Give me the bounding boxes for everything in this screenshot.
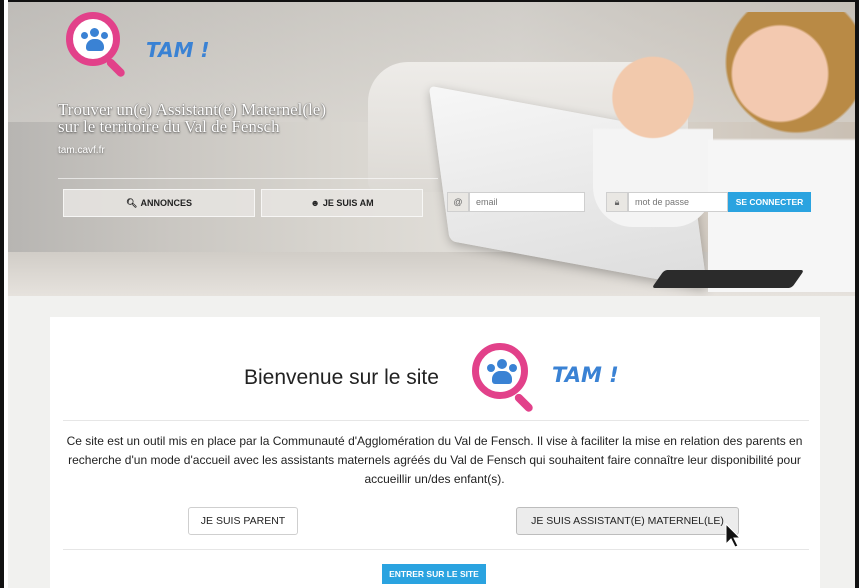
hero-title-line-2: sur le territoire du Val de Fensch xyxy=(58,117,280,136)
magnifier-handle xyxy=(105,57,127,79)
site-logo[interactable]: TAM ! xyxy=(66,12,226,84)
browser-viewport: TAM ! Trouver un(e) Assistant(e) Materne… xyxy=(0,0,859,588)
welcome-logo-text: TAM ! xyxy=(552,363,619,387)
hero-keyboard xyxy=(651,270,805,288)
je-suis-am-label: JE SUIS AM xyxy=(322,198,374,208)
people-icon xyxy=(487,359,517,384)
je-suis-am-button[interactable]: ☻ JE SUIS AM xyxy=(261,189,423,217)
assistant-maternel-button[interactable]: JE SUIS ASSISTANT(E) MATERNEL(LE) xyxy=(516,507,739,535)
email-field[interactable] xyxy=(469,192,585,212)
hero-domain: tam.cavf.fr xyxy=(58,145,105,156)
hero-divider xyxy=(58,178,438,179)
email-addon: @ xyxy=(447,192,469,212)
search-icon: 🔍︎ xyxy=(126,197,138,208)
enter-site-button[interactable]: ENTRER SUR LE SITE xyxy=(382,564,486,584)
annonces-label: ANNONCES xyxy=(140,198,192,208)
hero-title: Trouver un(e) Assistant(e) Maternel(le) … xyxy=(58,101,326,135)
welcome-logo: TAM ! xyxy=(472,343,632,415)
people-icon xyxy=(81,28,108,51)
magnifier-icon xyxy=(472,343,528,399)
divider xyxy=(63,420,809,421)
login-button[interactable]: SE CONNECTER xyxy=(728,192,811,212)
magnifier-handle xyxy=(513,392,535,414)
hero-mother xyxy=(708,12,855,292)
logo-text: TAM ! xyxy=(146,38,210,62)
welcome-heading: Bienvenue sur le site xyxy=(244,366,439,389)
parent-button[interactable]: JE SUIS PARENT xyxy=(188,507,298,535)
password-field[interactable] xyxy=(628,192,728,212)
annonces-button[interactable]: 🔍︎ ANNONCES xyxy=(63,189,255,217)
user-icon: ☻ xyxy=(310,198,320,208)
mouse-cursor-icon xyxy=(725,522,742,548)
intro-text: Ce site est un outil mis en place par la… xyxy=(66,434,803,486)
divider xyxy=(63,549,809,550)
hero-title-line-1: Trouver un(e) Assistant(e) Maternel(le) xyxy=(58,100,326,119)
lock-icon: 🔒︎ xyxy=(606,192,628,212)
